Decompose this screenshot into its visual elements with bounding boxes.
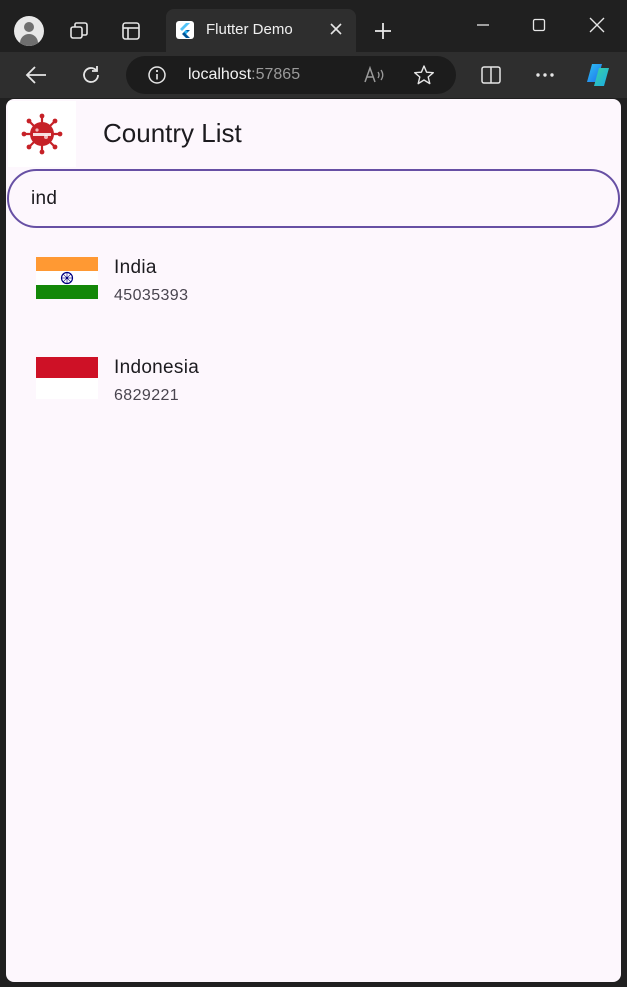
country-cases: 45035393 [114,287,189,304]
more-icon[interactable] [532,62,558,88]
profile-icon[interactable] [14,16,44,46]
read-aloud-icon[interactable] [362,64,386,86]
search-field[interactable] [7,169,620,228]
copilot-icon[interactable] [582,60,614,90]
url-port: :57865 [251,66,301,83]
url-text[interactable]: localhost:57865 [188,66,300,84]
flutter-favicon [176,21,194,39]
indonesia-flag-icon [36,357,98,399]
tab-title: Flutter Demo [206,21,293,38]
refresh-icon[interactable] [78,62,104,88]
workspaces-icon[interactable] [66,18,92,44]
browser-toolbar: localhost:57865 [0,52,627,98]
minimize-icon[interactable] [470,12,496,38]
address-bar[interactable]: localhost:57865 [126,56,456,94]
list-item-indonesia[interactable]: Indonesia 6829221 [6,329,621,429]
tab-flutter-demo[interactable]: Flutter Demo [166,9,356,52]
page-title: Country List [103,118,242,148]
india-flag-icon [36,257,98,299]
virus-icon [8,101,76,167]
tab-actions-icon[interactable] [118,18,144,44]
close-window-icon[interactable] [584,12,610,38]
app-viewport: Country List India 45035393 [6,99,621,982]
search-input[interactable] [31,185,591,213]
country-cases: 6829221 [114,387,180,404]
country-name: Indonesia [114,357,200,378]
browser-titlebar: Flutter Demo [0,0,627,52]
maximize-icon[interactable] [526,12,552,38]
star-icon[interactable] [412,64,436,86]
back-arrow-icon[interactable] [22,62,50,88]
list-item-india[interactable]: India 45035393 [6,229,621,329]
country-name: India [114,257,157,278]
split-screen-icon[interactable] [478,62,504,88]
url-host: localhost [188,66,252,83]
new-tab-plus-icon[interactable] [370,18,396,44]
close-tab-icon[interactable] [326,19,346,39]
info-icon[interactable] [146,64,168,86]
